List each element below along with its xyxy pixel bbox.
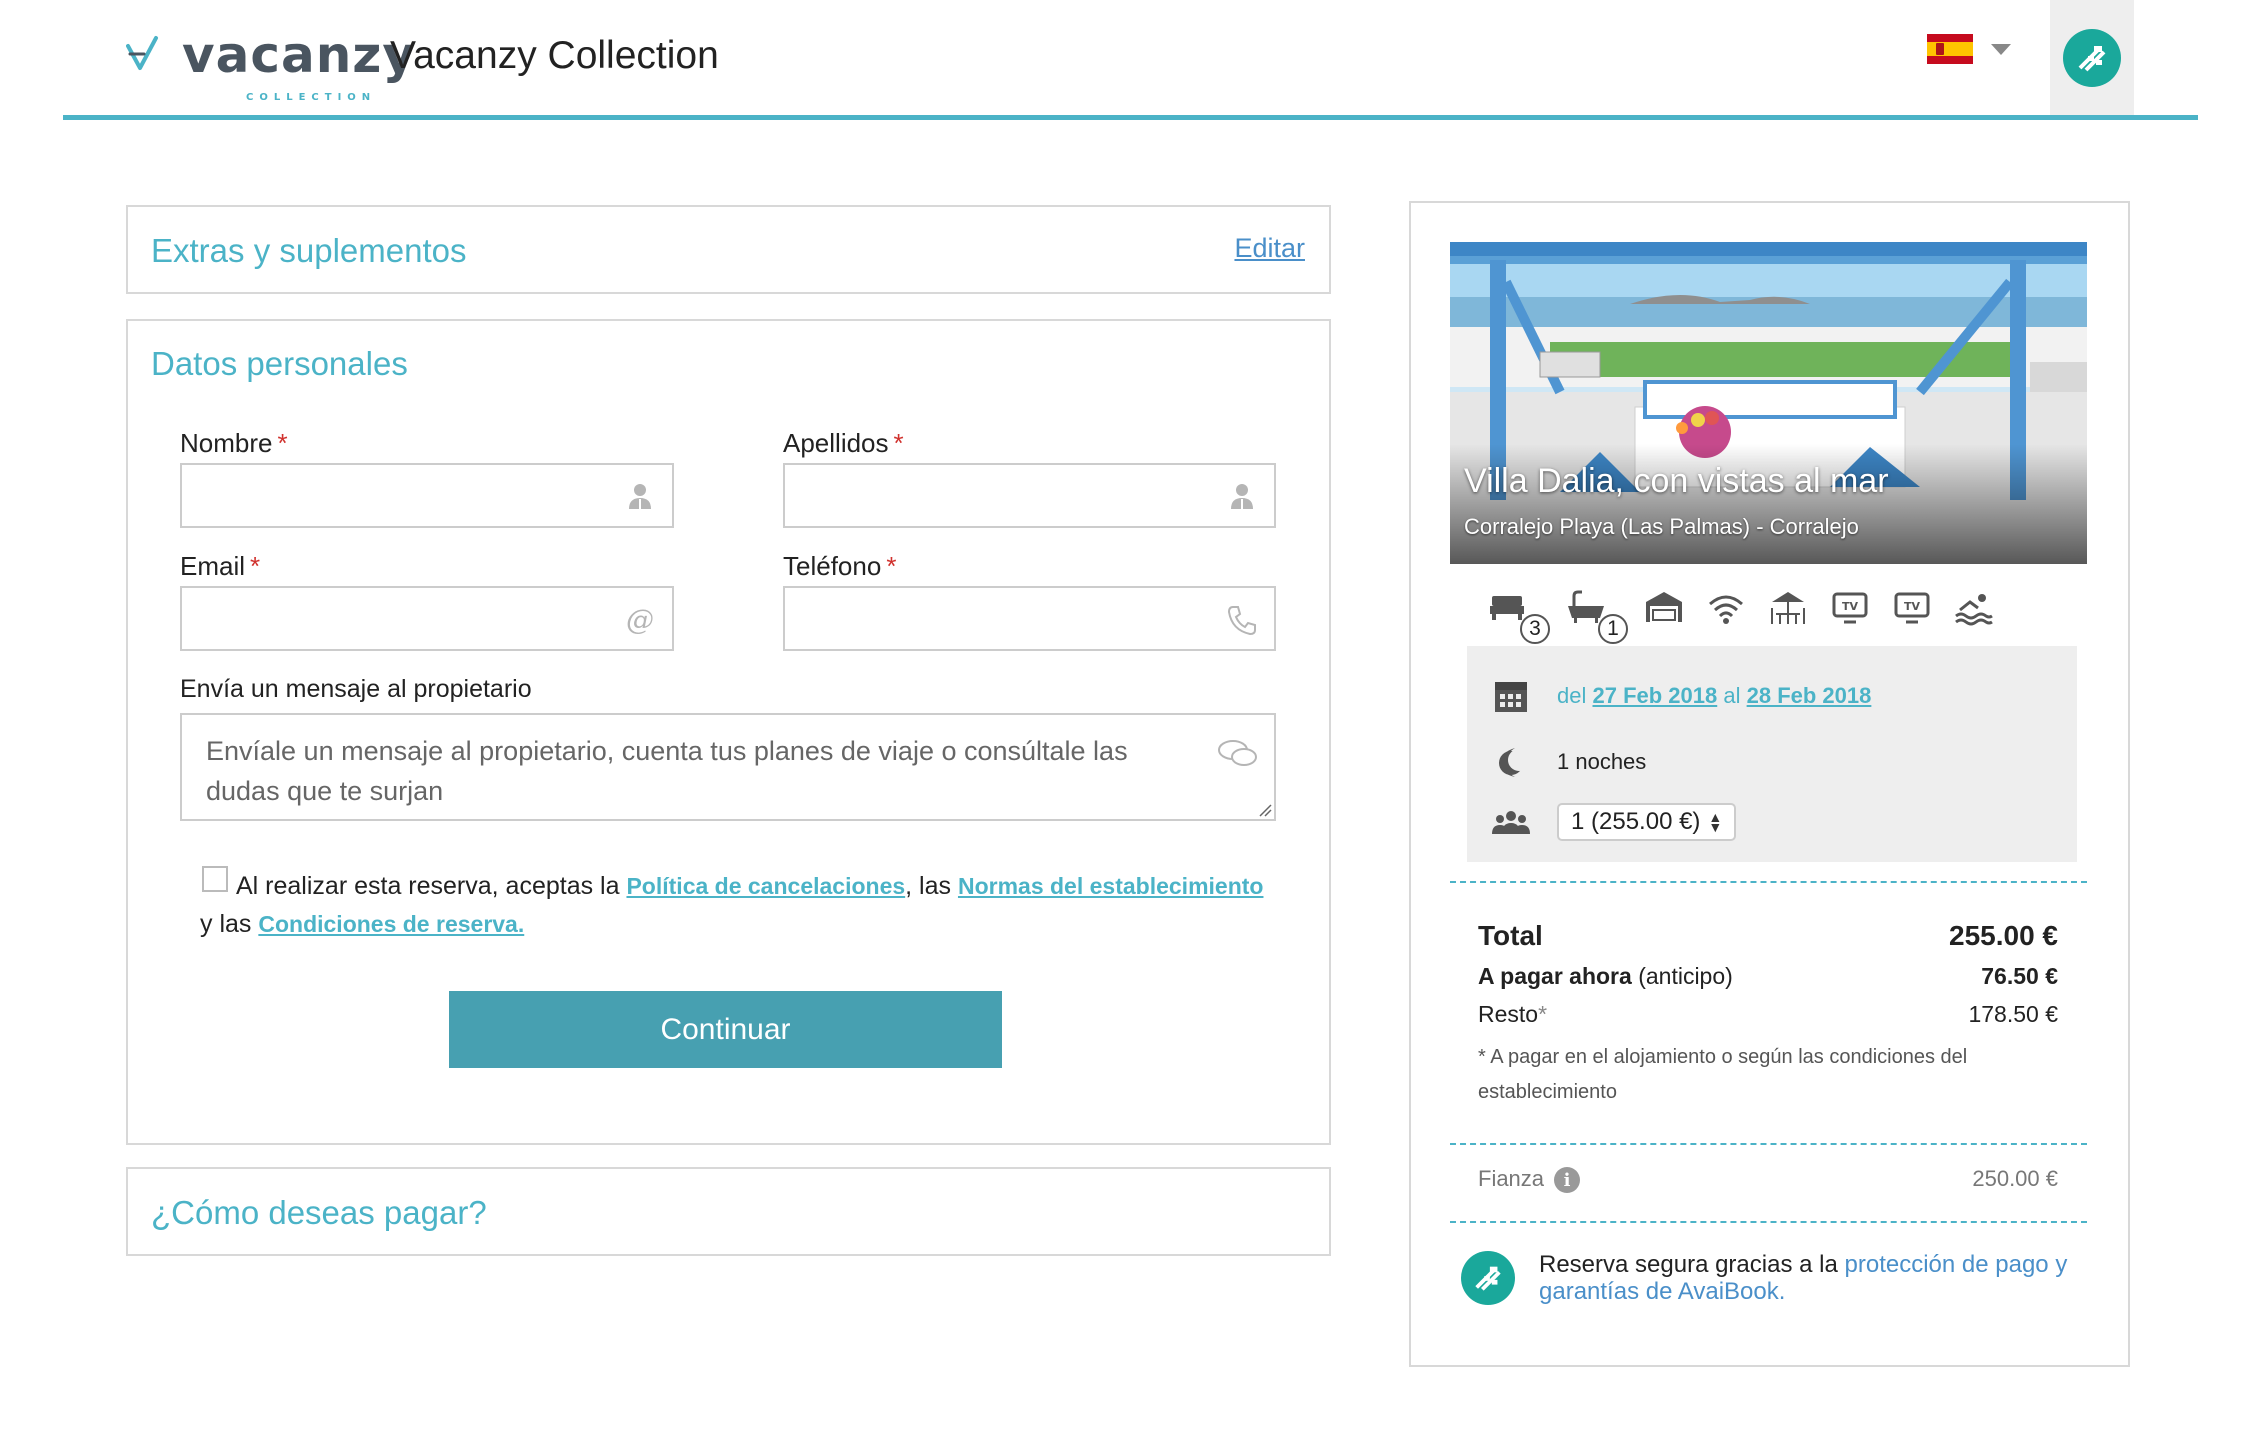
avaibook-logo-icon: [2063, 28, 2121, 87]
spain-flag-icon: [1927, 34, 1973, 64]
deposit-label: Fianza: [1478, 1166, 1545, 1191]
tv-icon: TV: [1892, 588, 1932, 628]
payment-note: * A pagar en el alojamiento o según las …: [1478, 1046, 1968, 1103]
calendar-icon: [1495, 682, 1527, 712]
message-label: Envía un mensaje al propietario: [180, 675, 532, 703]
cancellation-policy-link[interactable]: Política de cancelaciones: [626, 873, 905, 899]
terms-text: Al realizar esta reserva, aceptas la Pol…: [200, 872, 1264, 938]
total-label: Total: [1478, 920, 1543, 951]
phone-icon: [1227, 606, 1256, 636]
guests-select[interactable]: 1 (255.00 €) ▲ ▼: [1557, 803, 1737, 841]
nombre-field[interactable]: [180, 463, 674, 528]
bed-icon: 3: [1488, 588, 1550, 644]
stay-details-box: del 27 Feb 2018 al 28 Feb 2018 1 noches …: [1467, 646, 2077, 862]
house-rules-link[interactable]: Normas del establecimiento: [958, 873, 1264, 899]
extras-title: Extras y suplementos: [151, 232, 467, 269]
personal-data-title: Datos personales: [151, 345, 408, 382]
secure-booking-text: Reserva segura gracias a la protección d…: [1539, 1251, 2068, 1305]
language-selector[interactable]: [1927, 34, 2011, 64]
divider: [1450, 881, 2087, 883]
message-textarea[interactable]: Envíale un mensaje al propietario, cuent…: [180, 713, 1276, 821]
guests-icon: [1492, 811, 1530, 834]
wifi-icon: [1706, 588, 1746, 628]
secure-booking: Reserva segura gracias a la protección d…: [1461, 1251, 2091, 1305]
payment-title: ¿Cómo deseas pagar?: [151, 1194, 487, 1231]
telefono-field[interactable]: [783, 586, 1276, 651]
moon-icon: [1499, 748, 1530, 777]
edit-extras-link[interactable]: Editar: [1234, 233, 1305, 264]
logo-wordmark: vacanzy COLLECTION: [182, 30, 416, 103]
at-sign-icon: @: [626, 603, 654, 636]
apellidos-label: Apellidos *: [783, 428, 904, 458]
user-icon: [1231, 484, 1253, 509]
extras-panel: Extras y suplementos Editar: [126, 205, 1331, 294]
email-field[interactable]: @: [180, 586, 674, 651]
property-name: Villa Dalia, con vistas al mar: [1464, 462, 1889, 500]
rest-value: 178.50 €: [1968, 1001, 2058, 1027]
user-icon: [629, 484, 651, 509]
divider: [1450, 1221, 2087, 1223]
info-icon[interactable]: i: [1554, 1167, 1581, 1194]
vacanzy-logo[interactable]: vacanzy COLLECTION: [126, 30, 416, 103]
tv-icon: TV: [1830, 588, 1870, 628]
bathtub-icon: 1: [1566, 588, 1628, 644]
continue-button[interactable]: Continuar: [449, 991, 1002, 1068]
vacanzy-logo-mark-icon: [126, 36, 158, 70]
divider: [1450, 1143, 2087, 1145]
top-header: vacanzy COLLECTION Vacanzy Collection: [0, 0, 2252, 122]
date-to-link[interactable]: 28 Feb 2018: [1747, 683, 1872, 709]
pay-now-label: A pagar ahora: [1478, 963, 1632, 989]
svg-text:TV: TV: [1842, 600, 1859, 613]
header-divider: [63, 115, 2198, 120]
garage-icon: [1644, 588, 1684, 628]
email-input[interactable]: [182, 588, 672, 649]
amenities-row: 3 1 TV TV: [1488, 588, 2016, 644]
nights-row: 1 noches: [1491, 742, 1646, 782]
date-from-link[interactable]: 27 Feb 2018: [1592, 683, 1717, 709]
svg-text:@: @: [626, 603, 654, 636]
site-title: Vacanzy Collection: [390, 34, 719, 77]
guests-row: 1 (255.00 €) ▲ ▼: [1491, 802, 1737, 842]
chevron-down-icon: [1991, 43, 2011, 55]
nombre-label: Nombre *: [180, 428, 288, 458]
avaibook-button[interactable]: [2050, 0, 2134, 115]
total-row: Total 255.00 €: [1478, 920, 2058, 952]
telefono-label: Teléfono *: [783, 551, 897, 581]
pay-now-row: A pagar ahora (anticipo) 76.50 €: [1478, 963, 2058, 989]
property-location: Corralejo Playa (Las Palmas) - Corralejo: [1464, 514, 1859, 539]
apellidos-input[interactable]: [785, 465, 1274, 526]
chat-bubbles-icon: [1218, 740, 1257, 766]
select-arrows-icon: ▲ ▼: [1708, 809, 1723, 835]
telefono-input[interactable]: [785, 588, 1274, 649]
payment-panel[interactable]: ¿Cómo deseas pagar?: [126, 1167, 1331, 1256]
bedroom-count: 3: [1520, 614, 1550, 644]
dates-row: del 27 Feb 2018 al 28 Feb 2018: [1491, 676, 1871, 716]
svg-text:TV: TV: [1904, 600, 1921, 613]
booking-conditions-link[interactable]: Condiciones de reserva.: [258, 911, 524, 937]
message-placeholder: Envíale un mensaje al propietario, cuent…: [206, 736, 1128, 806]
rest-row: Resto* 178.50 €: [1478, 1001, 2058, 1027]
rest-label: Resto: [1478, 1001, 1539, 1027]
property-photo[interactable]: Villa Dalia, con vistas al mar Corralejo…: [1450, 242, 2087, 564]
pay-now-value: 76.50 €: [1981, 963, 2058, 989]
deposit-row: Fianza i 250.00 €: [1478, 1166, 2058, 1194]
pool-icon: [1954, 588, 1994, 628]
terrace-icon: [1768, 588, 1808, 628]
deposit-value: 250.00 €: [1972, 1166, 2058, 1191]
total-value: 255.00 €: [1949, 920, 2058, 951]
bathroom-count: 1: [1598, 614, 1628, 644]
nights-value: 1 noches: [1557, 749, 1647, 774]
nombre-input[interactable]: [182, 465, 672, 526]
apellidos-field[interactable]: [783, 463, 1276, 528]
resize-handle-icon[interactable]: [1256, 801, 1272, 817]
email-label: Email *: [180, 551, 261, 581]
avaibook-logo-icon: [1461, 1251, 1515, 1305]
